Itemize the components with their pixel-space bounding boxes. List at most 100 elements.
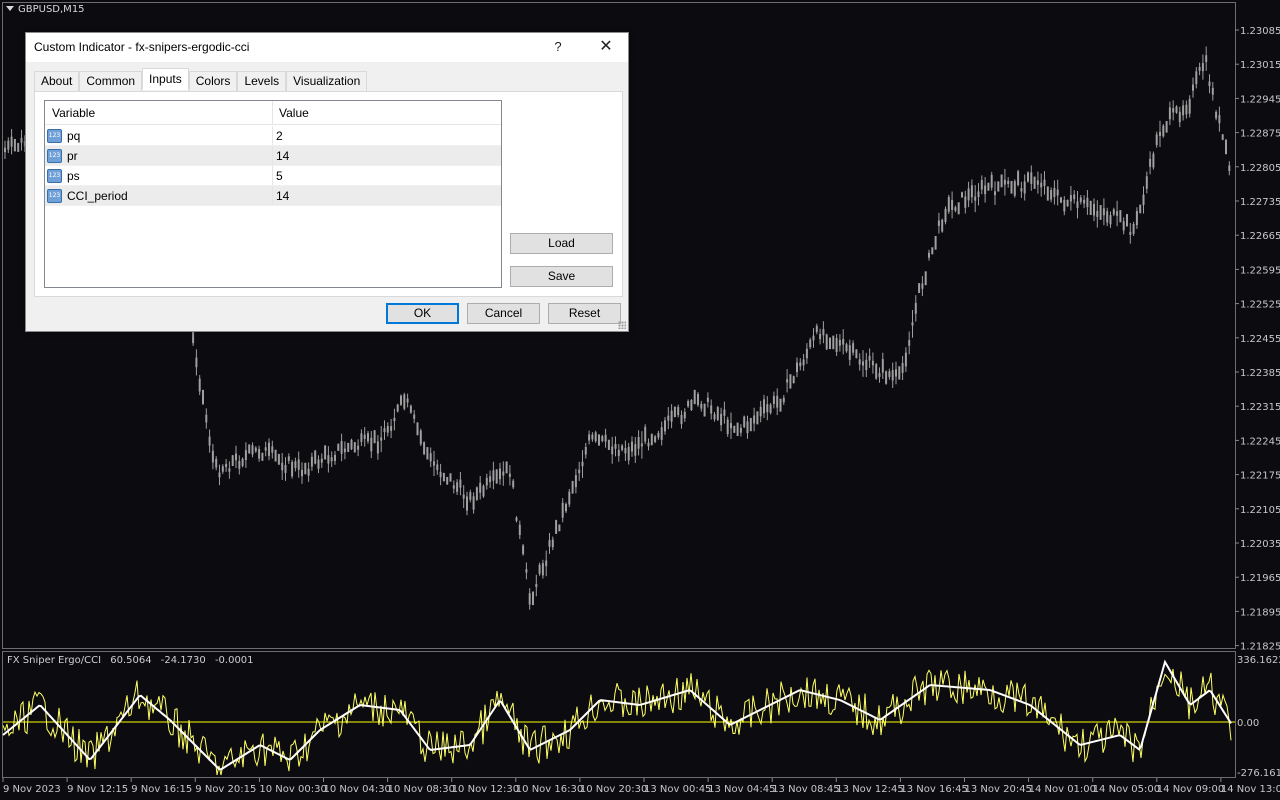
candle-body [1122, 221, 1125, 231]
save-button[interactable]: Save [510, 266, 613, 287]
candle-body [670, 410, 673, 422]
candle-body [716, 407, 719, 420]
candle-body [1228, 165, 1231, 172]
price-tick-label: 1.22385 [1240, 368, 1280, 379]
param-row[interactable]: 123 pq 2 [45, 126, 501, 146]
candle-body [505, 461, 508, 474]
header-value[interactable]: Value [273, 101, 309, 124]
candle-body [386, 426, 389, 433]
tab-levels[interactable]: Levels [237, 71, 287, 91]
price-tick-label: 1.22875 [1240, 129, 1280, 140]
candle-body [819, 333, 822, 340]
time-tick-label: 9 Nov 16:15 [131, 784, 192, 795]
candle-body [607, 439, 610, 450]
candle-body [416, 422, 419, 436]
candle-body [901, 363, 904, 373]
time-tick-label: 9 Nov 12:15 [67, 784, 128, 795]
candle-body [1129, 231, 1132, 235]
candle-body [466, 496, 468, 511]
load-button[interactable]: Load [510, 233, 613, 254]
indicator-value-1: 60.5064 [110, 655, 152, 666]
tab-visualization[interactable]: Visualization [286, 71, 368, 91]
candle-body [532, 591, 534, 606]
candle-body [258, 448, 261, 459]
candle-body [766, 404, 769, 413]
candle-body [604, 434, 607, 442]
dialog-titlebar[interactable]: Custom Indicator - fx-snipers-ergodic-cc… [26, 33, 628, 62]
candle-body [746, 421, 749, 434]
candle-body [512, 480, 515, 488]
tab-inputs[interactable]: Inputs [142, 68, 189, 90]
candle-body [568, 491, 571, 505]
param-name-cell: 123 ps [45, 166, 273, 185]
candle-body [17, 142, 20, 152]
candle-body [743, 416, 746, 428]
candle-body [1089, 200, 1092, 215]
candle-body [192, 331, 195, 344]
candle-body [264, 447, 267, 451]
help-button[interactable]: ? [548, 37, 568, 57]
candle-body [436, 464, 439, 471]
candle-body [482, 485, 485, 497]
candle-body [772, 396, 775, 404]
time-tick-label: 10 Nov 08:30 [388, 784, 455, 795]
candle-body [241, 458, 244, 466]
param-name: pq [67, 128, 81, 143]
candle-body [730, 423, 732, 429]
candle-body [324, 445, 327, 460]
cancel-button[interactable]: Cancel [467, 303, 540, 324]
candle-body [822, 329, 825, 336]
price-tick-label: 1.21825 [1240, 642, 1280, 653]
param-name-cell: 123 pq [45, 126, 273, 145]
param-value[interactable]: 5 [273, 166, 283, 185]
param-value[interactable]: 14 [273, 186, 289, 205]
inputs-grid[interactable]: Variable Value 123 pq 2 123 pr 14 123 ps 5 [44, 100, 502, 288]
candle-body [862, 361, 864, 366]
price-tick-label: 1.22245 [1240, 436, 1280, 447]
candle-body [1225, 139, 1227, 155]
resize-grip-icon[interactable] [618, 321, 626, 329]
candle-body [1178, 111, 1181, 123]
time-tick-label: 13 Nov 20:45 [965, 784, 1032, 795]
header-variable[interactable]: Variable [45, 101, 273, 124]
candle-body [792, 376, 795, 384]
candle-body [967, 188, 970, 201]
param-value[interactable]: 2 [273, 126, 283, 145]
symbol-label[interactable]: GBPUSD,M15 [6, 4, 85, 15]
param-value[interactable]: 14 [273, 146, 289, 165]
candle-body [736, 422, 739, 436]
tab-common[interactable]: Common [79, 71, 143, 91]
candle-body [502, 471, 505, 476]
candle-body [1192, 84, 1194, 91]
param-row[interactable]: 123 CCI_period 14 [45, 186, 501, 206]
candle-body [350, 439, 353, 450]
candle-body [1099, 205, 1102, 220]
reset-button[interactable]: Reset [548, 303, 621, 324]
tab-colors[interactable]: Colors [188, 71, 238, 91]
candle-body [1116, 211, 1119, 216]
param-row[interactable]: 123 pr 14 [45, 146, 501, 166]
candle-body [908, 340, 911, 346]
param-name: ps [67, 168, 80, 183]
candle-body [1142, 194, 1145, 206]
candle-body [799, 362, 802, 367]
candle-body [202, 389, 204, 405]
ok-button[interactable]: OK [386, 303, 459, 324]
candle-body [426, 447, 429, 460]
candle-body [631, 441, 633, 452]
terminal-window: 1.23085 1.23015 1.22945 1.22875 1.22805 1.227… [0, 0, 1280, 800]
candle-body [614, 444, 617, 449]
grid-header: Variable Value [45, 101, 501, 125]
candle-body [561, 502, 564, 518]
close-button[interactable]: ✕ [596, 37, 616, 57]
candle-body [472, 496, 475, 510]
candle-body [1050, 190, 1053, 200]
indicator-axis-label: 0.00 [1237, 718, 1259, 729]
price-tick-label: 1.22735 [1240, 197, 1280, 208]
price-tick-label: 1.22175 [1240, 471, 1280, 482]
candle-body [657, 433, 660, 438]
candle-body [1162, 125, 1165, 137]
tab-about[interactable]: About [34, 71, 80, 91]
param-row[interactable]: 123 ps 5 [45, 166, 501, 186]
candle-body [10, 136, 13, 147]
